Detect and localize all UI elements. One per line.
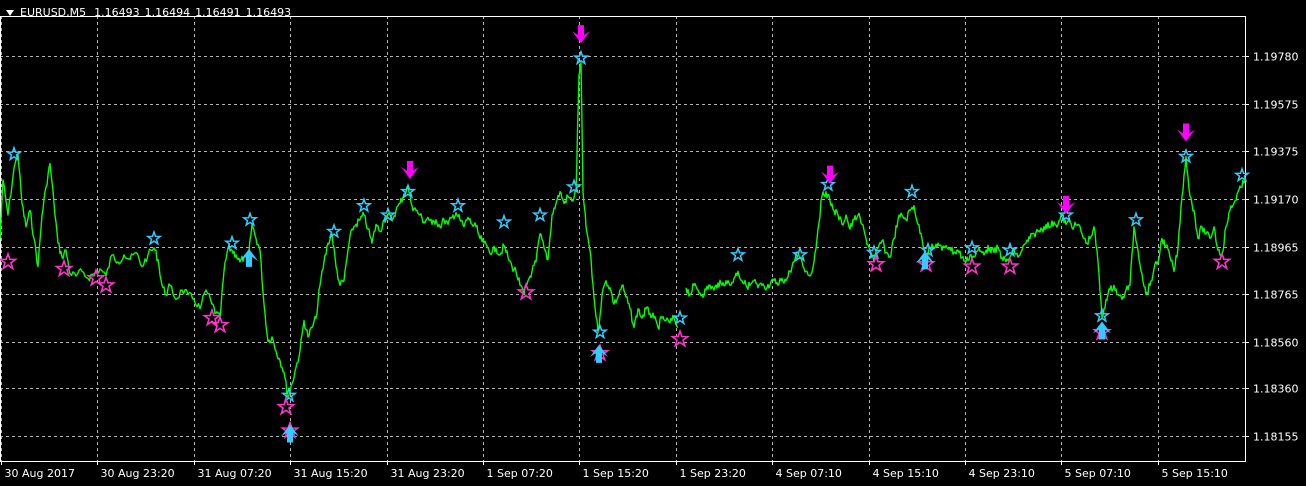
signal-star-cyan bbox=[572, 49, 590, 66]
y-tick-label: 1.19375 bbox=[1253, 146, 1299, 159]
x-tick-label: 4 Sep 15:10 bbox=[873, 467, 939, 480]
sell-arrow-icon bbox=[401, 160, 419, 179]
quote-high: 1.16494 bbox=[144, 5, 191, 19]
signal-star-magenta bbox=[1000, 256, 1020, 276]
y-tick-label: 1.19575 bbox=[1253, 99, 1299, 112]
y-tick-label: 1.18765 bbox=[1253, 289, 1299, 302]
signal-star-magenta bbox=[96, 274, 116, 294]
signal-star-magenta bbox=[516, 281, 536, 301]
signal-star-cyan bbox=[145, 229, 163, 246]
x-tick-label: 5 Sep 07:10 bbox=[1065, 467, 1131, 480]
signal-star-cyan bbox=[495, 213, 513, 230]
chart-canvas[interactable]: 1.19780 1.19575 1.19375 1.19170 1.18965 1.187… bbox=[0, 0, 1306, 486]
signal-star-cyan bbox=[729, 246, 747, 263]
signal-star-cyan bbox=[591, 323, 609, 340]
plot-frame bbox=[0, 16, 1246, 462]
buy-arrow-icon bbox=[1093, 321, 1111, 340]
sell-arrow-icon bbox=[821, 165, 839, 184]
x-tick-label: 31 Aug 23:20 bbox=[391, 467, 465, 480]
x-tick-label: 31 Aug 07:20 bbox=[198, 467, 272, 480]
x-tick-label: 30 Aug 23:20 bbox=[101, 467, 175, 480]
signal-star-magenta bbox=[670, 328, 690, 348]
signal-star-cyan bbox=[1233, 166, 1251, 183]
signal-star-cyan bbox=[531, 206, 549, 223]
signal-star-magenta bbox=[0, 251, 18, 271]
signal-star-cyan bbox=[1127, 210, 1145, 227]
y-tick-label: 1.18360 bbox=[1253, 383, 1299, 396]
y-tick-label: 1.19780 bbox=[1253, 51, 1299, 64]
y-tick-label: 1.19170 bbox=[1253, 194, 1299, 207]
signal-star-cyan bbox=[355, 196, 373, 213]
sell-arrow-icon bbox=[1177, 123, 1195, 142]
x-tick-label: 1 Sep 15:20 bbox=[583, 467, 649, 480]
price-chart[interactable]: 1.19780 1.19575 1.19375 1.19170 1.18965 1.187… bbox=[0, 0, 1306, 486]
y-tick-label: 1.18965 bbox=[1253, 242, 1299, 255]
quote-open: 1.16493 bbox=[94, 5, 140, 19]
sell-arrow-icon bbox=[572, 25, 590, 44]
x-tick-label: 1 Sep 07:20 bbox=[487, 467, 553, 480]
quote-low: 1.16491 bbox=[195, 5, 241, 19]
x-tick-label: 4 Sep 23:10 bbox=[969, 467, 1035, 480]
time-axis: 30 Aug 2017 30 Aug 23:20 31 Aug 07:20 31 Au… bbox=[1, 461, 1228, 480]
signal-star-magenta bbox=[866, 253, 886, 273]
buy-arrow-icon bbox=[281, 424, 299, 443]
x-tick-label: 5 Sep 15:10 bbox=[1162, 467, 1228, 480]
quote-close: 1.16493 bbox=[245, 5, 292, 19]
signal-star-magenta bbox=[1212, 251, 1232, 271]
buy-arrow-icon bbox=[240, 248, 258, 267]
grid-lines bbox=[0, 16, 1245, 461]
y-tick-label: 1.18560 bbox=[1253, 337, 1299, 350]
price-axis: 1.19780 1.19575 1.19375 1.19170 1.18965 1.187… bbox=[1245, 51, 1299, 444]
price-series-line bbox=[0, 62, 1246, 399]
signal-star-cyan bbox=[241, 210, 259, 227]
dropdown-triangle-icon[interactable] bbox=[6, 9, 14, 16]
y-tick-label: 1.18155 bbox=[1253, 431, 1299, 444]
signal-star-cyan bbox=[325, 222, 343, 239]
signal-star-cyan bbox=[565, 178, 583, 195]
sell-arrow-icon bbox=[1057, 196, 1075, 215]
x-tick-label: 1 Sep 23:20 bbox=[680, 467, 746, 480]
x-tick-label: 31 Aug 15:20 bbox=[294, 467, 368, 480]
signal-star-cyan bbox=[449, 196, 467, 213]
chart-header: EURUSD,M5 1.16493 1.16494 1.16491 1.1649… bbox=[6, 4, 291, 20]
signal-star-cyan bbox=[903, 182, 921, 199]
x-tick-label: 4 Sep 07:10 bbox=[776, 467, 842, 480]
symbol-label: EURUSD,M5 bbox=[20, 5, 87, 19]
x-tick-label: 30 Aug 2017 bbox=[5, 467, 75, 480]
signal-star-magenta bbox=[276, 396, 296, 416]
